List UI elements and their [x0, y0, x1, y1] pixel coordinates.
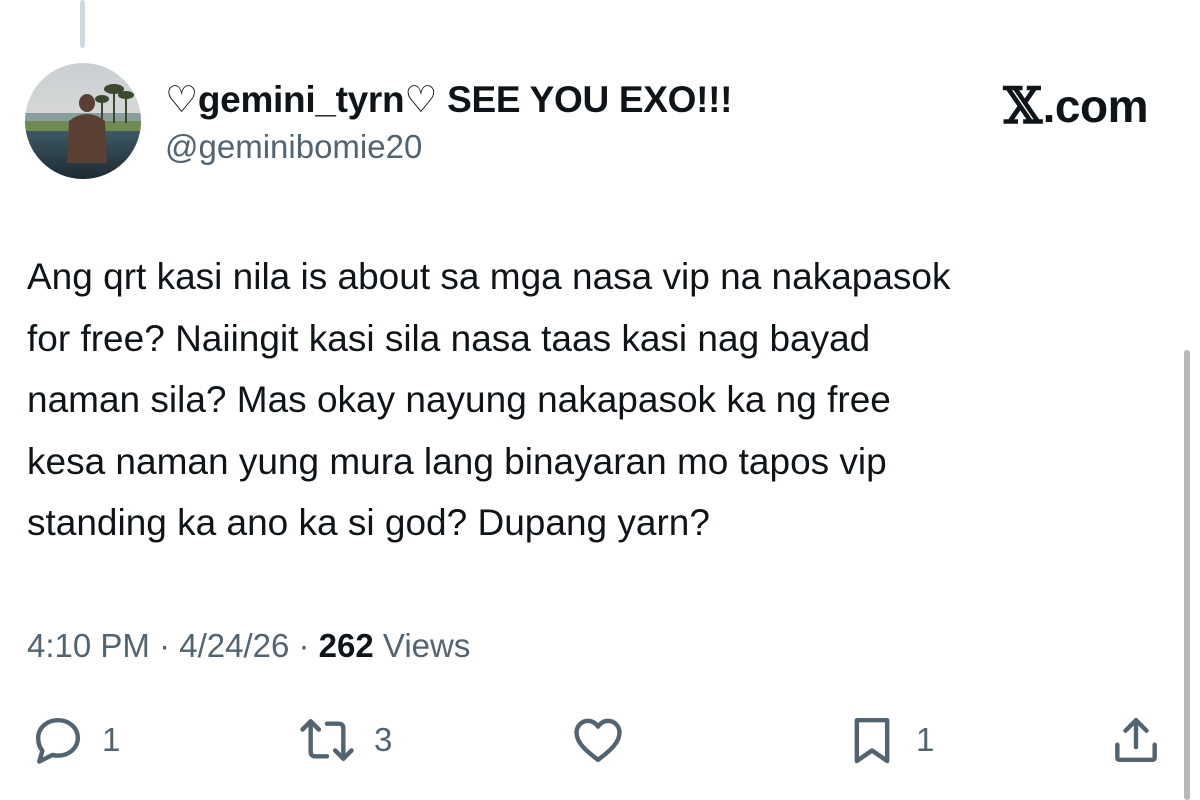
tweet-line: for free? Naiingit kasi sila nasa taas k…: [27, 317, 871, 359]
bookmark-button[interactable]: 1: [844, 708, 934, 772]
tweet-date[interactable]: 4/24/26: [179, 627, 289, 664]
avatar-photo: [25, 63, 141, 179]
tweet-line: Ang qrt kasi nila is about sa mga nasa v…: [27, 256, 951, 297]
views-label[interactable]: Views: [374, 627, 470, 664]
author-display-name[interactable]: ♡gemini_tyrn♡ SEE YOU EXO!!!: [165, 78, 732, 121]
x-com-watermark: 𝕏 .com: [1003, 76, 1148, 135]
views-count[interactable]: 262: [319, 627, 374, 664]
retweet-button[interactable]: 3: [296, 708, 392, 772]
bookmark-icon: [854, 717, 890, 764]
tweet-body: Ang qrt kasi nila is about sa mga nasa v…: [27, 246, 1157, 554]
retweet-count: 3: [374, 721, 393, 758]
tweet-line: naman sila? Mas okay nayung nakapasok ka…: [27, 379, 891, 420]
like-button[interactable]: [570, 708, 642, 772]
reply-button[interactable]: 1: [30, 708, 120, 772]
scrollbar[interactable]: [1184, 350, 1190, 800]
retweet-icon: [300, 719, 354, 761]
share-button[interactable]: [1108, 708, 1180, 772]
tweet-time[interactable]: 4:10 PM: [27, 627, 150, 664]
tweet-line: standing ka ano ka si god? Dupang yarn?: [27, 502, 710, 543]
author-handle[interactable]: @geminibomie20: [165, 128, 422, 166]
reply-icon: [35, 717, 81, 764]
thread-connector-line: [80, 0, 85, 48]
tweet-metadata: 4:10 PM · 4/24/26 · 262 Views: [27, 627, 470, 665]
action-bar: 1 3 1: [0, 708, 1200, 772]
meta-separator: ·: [149, 627, 180, 664]
share-icon: [1115, 717, 1157, 763]
heart-icon: [574, 718, 622, 763]
reply-count: 1: [102, 721, 121, 758]
brand-domain: .com: [1042, 79, 1149, 132]
bookmark-count: 1: [916, 721, 935, 758]
avatar[interactable]: [25, 63, 141, 179]
tweet-screenshot: ♡gemini_tyrn♡ SEE YOU EXO!!! @geminibomi…: [0, 0, 1200, 800]
x-logo-icon: 𝕏: [1003, 76, 1042, 135]
meta-separator: ·: [289, 627, 319, 664]
tweet-line: kesa naman yung mura lang binayaran mo t…: [27, 440, 887, 482]
